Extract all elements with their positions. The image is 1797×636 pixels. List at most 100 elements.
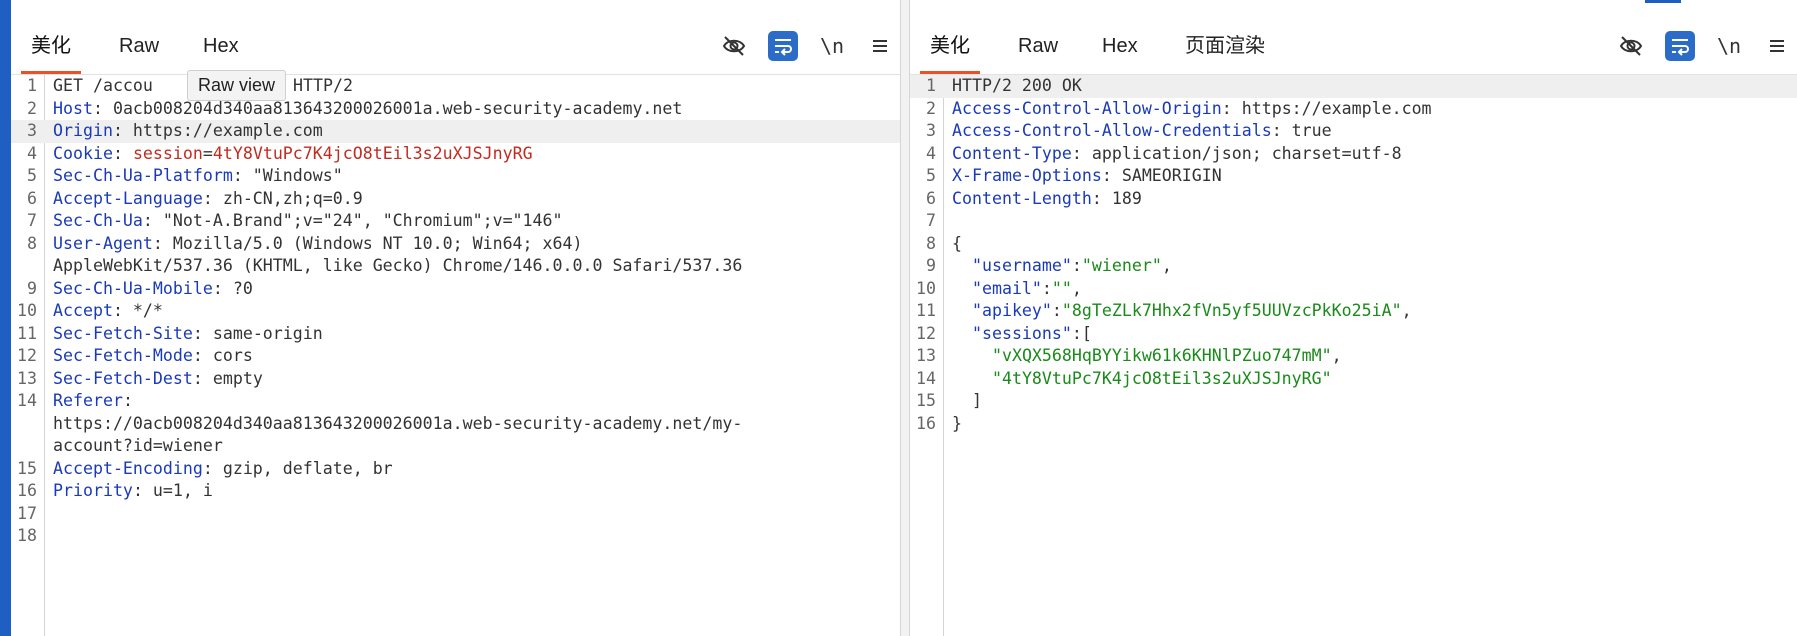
request-tab-pretty[interactable]: 美化 bbox=[21, 30, 81, 74]
wrap-lines-icon[interactable] bbox=[1665, 31, 1695, 61]
code-line[interactable]: 4 Cookie: session=4tY8VtuPc7K4jcO8tEil3s2… bbox=[11, 143, 900, 166]
line-number: 18 bbox=[17, 526, 37, 545]
line-number: 11 bbox=[916, 301, 936, 320]
code-line[interactable]: account?id=wiener bbox=[11, 435, 900, 458]
token: : gzip, deflate, br bbox=[202, 458, 393, 478]
line-text: Sec-Ch-Ua: "Not-A.Brand";v="24", "Chromi… bbox=[53, 210, 563, 233]
code-line[interactable]: 14 "4tY8VtuPc7K4jcO8tEil3s2uXJSJnyRG" bbox=[910, 368, 1797, 391]
hamburger-icon[interactable] bbox=[1763, 32, 1791, 60]
code-line[interactable]: 13 "vXQX568HqBYYikw61k6KHNlPZuo747mM", bbox=[910, 345, 1797, 368]
token: : 0acb008204d340aa813643200026001a.web-s… bbox=[92, 98, 683, 118]
token: https://0acb008204d340aa813643200026001a… bbox=[53, 413, 743, 433]
token: "wiener" bbox=[1081, 256, 1162, 275]
token: = bbox=[202, 143, 213, 163]
token: Sec-Ch-Ua-Platform bbox=[53, 166, 233, 185]
token: Content-Length bbox=[952, 188, 1092, 208]
response-pane: 美化 Raw Hex 页面渲染 \n 1 HTTP/2 200 OK 2 Access… bbox=[910, 0, 1797, 636]
code-line[interactable]: AppleWebKit/537.36 (KHTML, like Gecko) C… bbox=[11, 255, 900, 278]
request-tab-hex[interactable]: Hex bbox=[193, 30, 249, 74]
token: Cookie bbox=[53, 143, 113, 163]
code-line[interactable]: 6 Accept-Language: zh-CN,zh;q=0.9 bbox=[11, 188, 900, 211]
eye-off-icon[interactable] bbox=[720, 32, 748, 60]
code-line[interactable]: 9 Sec-Ch-Ua-Mobile: ?0 bbox=[11, 278, 900, 301]
code-line[interactable]: 10 Accept: */* bbox=[11, 300, 900, 323]
line-text: ] bbox=[952, 390, 982, 413]
line-text: Access-Control-Allow-Origin: https://exa… bbox=[952, 98, 1432, 121]
line-text: Content-Length: 189 bbox=[952, 188, 1142, 211]
token: : https://example.com bbox=[1221, 98, 1432, 118]
code-line[interactable]: 3 Origin: https://example.com bbox=[11, 120, 900, 143]
code-line[interactable]: 13 Sec-Fetch-Dest: empty bbox=[11, 368, 900, 391]
line-text: account?id=wiener bbox=[53, 435, 223, 458]
response-tab-hex[interactable]: Hex bbox=[1092, 30, 1148, 74]
code-line[interactable]: 5 X-Frame-Options: SAMEORIGIN bbox=[910, 165, 1797, 188]
response-tab-render[interactable]: 页面渲染 bbox=[1175, 30, 1275, 74]
code-line[interactable]: 12 Sec-Fetch-Mode: cors bbox=[11, 345, 900, 368]
code-line[interactable]: 2 Host: 0acb008204d340aa813643200026001a.… bbox=[11, 98, 900, 121]
token: { bbox=[952, 233, 962, 253]
code-line[interactable]: 8 User-Agent: Mozilla/5.0 (Windows NT 10.… bbox=[11, 233, 900, 256]
line-number: 6 bbox=[27, 188, 37, 208]
request-editor[interactable]: 1 GET /accou HTTP/2 2 Host: 0acb008204d340aa… bbox=[11, 75, 900, 548]
line-text: "4tY8VtuPc7K4jcO8tEil3s2uXJSJnyRG" bbox=[952, 368, 1332, 391]
code-line[interactable]: 8{ bbox=[910, 233, 1797, 256]
hamburger-icon[interactable] bbox=[866, 32, 894, 60]
code-line[interactable]: 3 Access-Control-Allow-Credentials: true bbox=[910, 120, 1797, 143]
line-number: 7 bbox=[926, 211, 936, 230]
code-line[interactable]: 15 Accept-Encoding: gzip, deflate, br bbox=[11, 458, 900, 481]
token: : bbox=[112, 143, 133, 163]
code-line[interactable]: 9 "username":"wiener", bbox=[910, 255, 1797, 278]
line-text: Origin: https://example.com bbox=[53, 120, 323, 143]
token: session bbox=[132, 143, 203, 163]
code-line[interactable]: 16 Priority: u=1, i bbox=[11, 480, 900, 503]
line-text: { bbox=[952, 233, 962, 256]
code-line[interactable]: 15 ] bbox=[910, 390, 1797, 413]
code-line[interactable]: 11 "apikey":"8gTeZLk7Hhx2fVn5yf5UUVzcPkK… bbox=[910, 300, 1797, 323]
request-tab-raw[interactable]: Raw bbox=[109, 30, 169, 74]
pane-splitter[interactable] bbox=[900, 0, 910, 636]
token: Host bbox=[53, 98, 93, 118]
code-line[interactable]: 6 Content-Length: 189 bbox=[910, 188, 1797, 211]
code-line[interactable]: 4 Content-Type: application/json; charset… bbox=[910, 143, 1797, 166]
code-line[interactable]: 7 bbox=[910, 210, 1797, 233]
line-text: GET /accou HTTP/2 bbox=[53, 75, 353, 98]
code-line[interactable]: 5 Sec-Ch-Ua-Platform: "Windows" bbox=[11, 165, 900, 188]
line-text: Accept-Encoding: gzip, deflate, br bbox=[53, 458, 393, 481]
line-text: User-Agent: Mozilla/5.0 (Windows NT 10.0… bbox=[53, 233, 583, 256]
response-tab-raw[interactable]: Raw bbox=[1008, 30, 1068, 74]
line-text: Accept-Language: zh-CN,zh;q=0.9 bbox=[53, 188, 363, 211]
code-line[interactable]: 12 "sessions":[ bbox=[910, 323, 1797, 346]
line-number: 13 bbox=[17, 368, 37, 388]
token: : ?0 bbox=[212, 278, 253, 298]
line-number: 13 bbox=[916, 346, 936, 365]
response-editor[interactable]: 1 HTTP/2 200 OK 2 Access-Control-Allow-Orig… bbox=[910, 75, 1797, 435]
token: } bbox=[952, 413, 962, 433]
code-line[interactable]: 10 "email":"", bbox=[910, 278, 1797, 301]
code-line[interactable]: 1 HTTP/2 200 OK bbox=[910, 75, 1797, 98]
code-line[interactable]: 2 Access-Control-Allow-Origin: https://ex… bbox=[910, 98, 1797, 121]
code-line[interactable]: 17 bbox=[11, 503, 900, 526]
response-tab-pretty[interactable]: 美化 bbox=[920, 30, 980, 74]
code-line[interactable]: https://0acb008204d340aa813643200026001a… bbox=[11, 413, 900, 436]
token: : same-origin bbox=[192, 323, 323, 343]
eye-off-icon[interactable] bbox=[1617, 32, 1645, 60]
token: : SAMEORIGIN bbox=[1101, 166, 1222, 185]
line-number: 7 bbox=[27, 211, 37, 230]
code-line[interactable]: 11 Sec-Fetch-Site: same-origin bbox=[11, 323, 900, 346]
code-line[interactable]: 14 Referer: bbox=[11, 390, 900, 413]
token: HTTP/2 200 OK bbox=[952, 76, 1082, 95]
wrap-lines-icon[interactable] bbox=[768, 31, 798, 61]
code-line[interactable]: 7 Sec-Ch-Ua: "Not-A.Brand";v="24", "Chrom… bbox=[11, 210, 900, 233]
newline-toggle[interactable]: \n bbox=[1715, 32, 1743, 60]
newline-toggle[interactable]: \n bbox=[818, 32, 846, 60]
code-line[interactable]: 18 bbox=[11, 525, 900, 548]
request-line-tail: HTTP/2 bbox=[293, 76, 353, 95]
code-line[interactable]: 1 GET /accou HTTP/2 bbox=[11, 75, 900, 98]
token: Sec-Fetch-Dest bbox=[53, 368, 193, 388]
code-line[interactable]: 16} bbox=[910, 413, 1797, 436]
token: "" bbox=[1051, 278, 1072, 298]
